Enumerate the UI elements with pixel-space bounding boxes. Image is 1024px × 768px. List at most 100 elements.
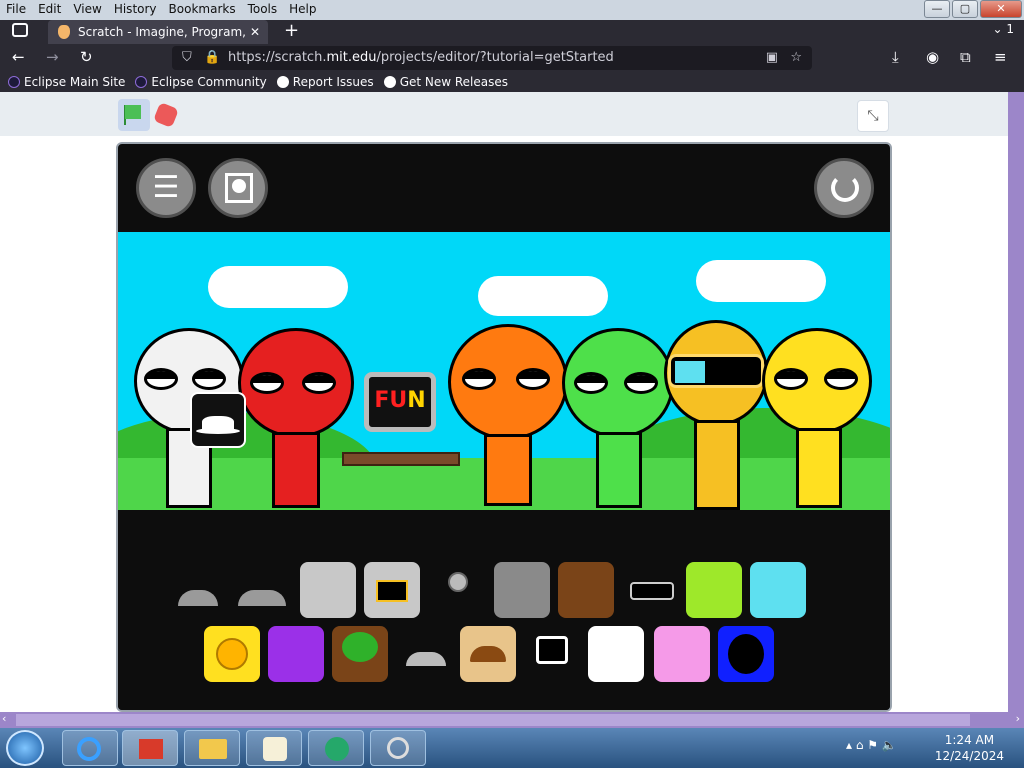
fun-text-b: N <box>407 388 426 413</box>
tab-overflow-button[interactable]: ⌄ 1 <box>992 22 1014 36</box>
palette-ears-gray[interactable] <box>494 562 550 618</box>
url-bar[interactable]: ⛉ 🔒 https://scratch.mit.edu/projects/edi… <box>172 46 812 70</box>
palette-spiky-hair[interactable] <box>686 562 742 618</box>
palette-antenna-gray[interactable] <box>170 566 226 622</box>
tab-count: 1 <box>1006 22 1014 36</box>
scroll-left-icon[interactable]: ‹ <box>2 712 6 725</box>
system-tray: ▴ ⌂ ⚑ 🔈 <box>846 738 897 752</box>
eclipse-icon <box>8 76 20 88</box>
menu-bar: File Edit View History Bookmarks Tools H… <box>0 0 323 20</box>
menu-file[interactable]: File <box>0 0 32 20</box>
palette-visor[interactable] <box>624 562 680 618</box>
bookmark-label: Get New Releases <box>399 75 509 89</box>
taskbar-clock[interactable]: 1:24 AM 12/24/2024 <box>935 732 1004 764</box>
palette-propeller[interactable] <box>300 562 356 618</box>
lock-icon[interactable]: 🔒 <box>204 46 220 70</box>
tab-scratch[interactable]: Scratch - Imagine, Program, Sha ✕ <box>48 20 268 63</box>
menu-help[interactable]: Help <box>283 0 322 20</box>
horizontal-scrollbar[interactable]: ‹ › <box>0 712 1024 728</box>
palette-flower-gray[interactable] <box>430 562 486 618</box>
scrollbar-thumb[interactable] <box>16 714 970 726</box>
tray-expand-icon[interactable]: ▴ <box>846 738 856 752</box>
shield-icon[interactable]: ⛉ <box>182 46 192 70</box>
flag-icon[interactable]: ⚑ <box>867 738 882 752</box>
palette-sun[interactable] <box>204 626 260 682</box>
network-icon[interactable]: ⌂ <box>856 738 867 752</box>
maximize-button[interactable]: ▢ <box>952 0 978 18</box>
download-icon[interactable]: ⤓ <box>892 48 899 66</box>
palette-tree[interactable] <box>332 626 388 682</box>
search-tool-icon[interactable] <box>370 730 426 766</box>
internet-explorer-icon[interactable] <box>62 730 118 766</box>
fun-text-a: FU <box>374 388 408 413</box>
fullscreen-exit-icon[interactable]: ⤡ <box>857 100 889 132</box>
extensions-icon[interactable]: ⧉ <box>960 48 971 66</box>
url-domain: mit.edu <box>326 50 377 65</box>
menu-bookmarks[interactable]: Bookmarks <box>163 0 242 20</box>
media-center-icon[interactable] <box>308 730 364 766</box>
menu-icon[interactable]: ☰ <box>136 158 196 218</box>
palette-bow[interactable] <box>654 626 710 682</box>
bookmark-label: Eclipse Main Site <box>24 75 126 89</box>
url-suffix: /projects/editor/?tutorial=getStarted <box>376 50 614 65</box>
clock-date: 12/24/2024 <box>934 749 1004 763</box>
palette-monitor[interactable] <box>524 626 580 682</box>
palette-bucket[interactable] <box>558 562 614 618</box>
new-tab-button[interactable]: + <box>284 20 299 42</box>
clock-time: 1:24 AM <box>944 733 995 747</box>
navigation-bar: ← → ↻ ⛉ 🔒 https://scratch.mit.edu/projec… <box>0 44 1024 72</box>
bookmark-eclipse-main-site[interactable]: Eclipse Main Site <box>8 75 125 89</box>
portrait-icon[interactable] <box>208 158 268 218</box>
media-player-icon[interactable] <box>246 730 302 766</box>
browser-taskbar-icon[interactable] <box>122 730 178 766</box>
github-icon <box>383 76 396 88</box>
menu-tools[interactable]: Tools <box>242 0 284 20</box>
cloud <box>696 260 826 302</box>
palette-bear-ears[interactable] <box>750 562 806 618</box>
bookmark-star-icon[interactable]: ☆ <box>790 46 802 70</box>
palette-dark-orb[interactable] <box>718 626 774 682</box>
bookmark-get-new-releases[interactable]: Get New Releases <box>383 75 509 89</box>
bookmark-report-issues[interactable]: Report Issues <box>276 75 374 89</box>
vertical-scrollbar[interactable] <box>1008 92 1024 712</box>
close-window-button[interactable]: ✕ <box>980 0 1022 18</box>
cloud <box>478 276 608 316</box>
reload-icon[interactable]: ↻ <box>80 48 93 66</box>
volume-muted-icon[interactable]: 🔈 <box>882 738 897 752</box>
scroll-right-icon[interactable]: › <box>1016 712 1020 725</box>
eclipse-icon <box>135 76 148 88</box>
palette-envelope[interactable] <box>588 626 644 682</box>
palette-brown-hat[interactable] <box>460 626 516 682</box>
account-icon[interactable]: ◉ <box>926 48 939 66</box>
forward-arrow-icon[interactable]: → <box>46 48 59 66</box>
desk <box>342 452 460 466</box>
game-scene: FUN <box>118 232 890 510</box>
reset-icon[interactable] <box>814 158 874 218</box>
minimize-button[interactable]: — <box>924 0 950 18</box>
menu-edit[interactable]: Edit <box>32 0 67 20</box>
palette-robot-screen[interactable] <box>364 562 420 618</box>
menu-view[interactable]: View <box>67 0 107 20</box>
hat-icon[interactable] <box>190 392 246 448</box>
cloud <box>208 266 348 308</box>
tab-strip: Scratch - Imagine, Program, Sha ✕ + ⌄ 1 <box>0 20 1024 63</box>
palette-spikes-gray[interactable] <box>234 566 290 622</box>
screen: File Edit View History Bookmarks Tools H… <box>0 0 1024 768</box>
green-flag-button[interactable] <box>118 99 150 131</box>
window-controls: — ▢ ✕ <box>924 0 1022 18</box>
file-explorer-icon[interactable] <box>184 730 240 766</box>
picture-in-picture-icon[interactable]: ▣ <box>766 46 778 70</box>
project-stage[interactable]: ☰ FUN <box>116 142 892 712</box>
bookmark-label: Eclipse Community <box>151 75 267 89</box>
hamburger-menu-icon[interactable]: ≡ <box>994 48 1007 66</box>
palette-purple-horns[interactable] <box>268 626 324 682</box>
back-arrow-icon[interactable]: ← <box>12 48 25 66</box>
sound-palette <box>118 510 890 710</box>
tab-list-icon[interactable] <box>12 23 28 37</box>
bookmark-eclipse-community[interactable]: Eclipse Community <box>135 75 267 89</box>
palette-antenna-white[interactable] <box>398 626 454 682</box>
tab-close-icon[interactable]: ✕ <box>250 20 260 44</box>
start-button-icon[interactable] <box>6 730 44 766</box>
github-icon <box>276 76 289 88</box>
menu-history[interactable]: History <box>108 0 163 20</box>
